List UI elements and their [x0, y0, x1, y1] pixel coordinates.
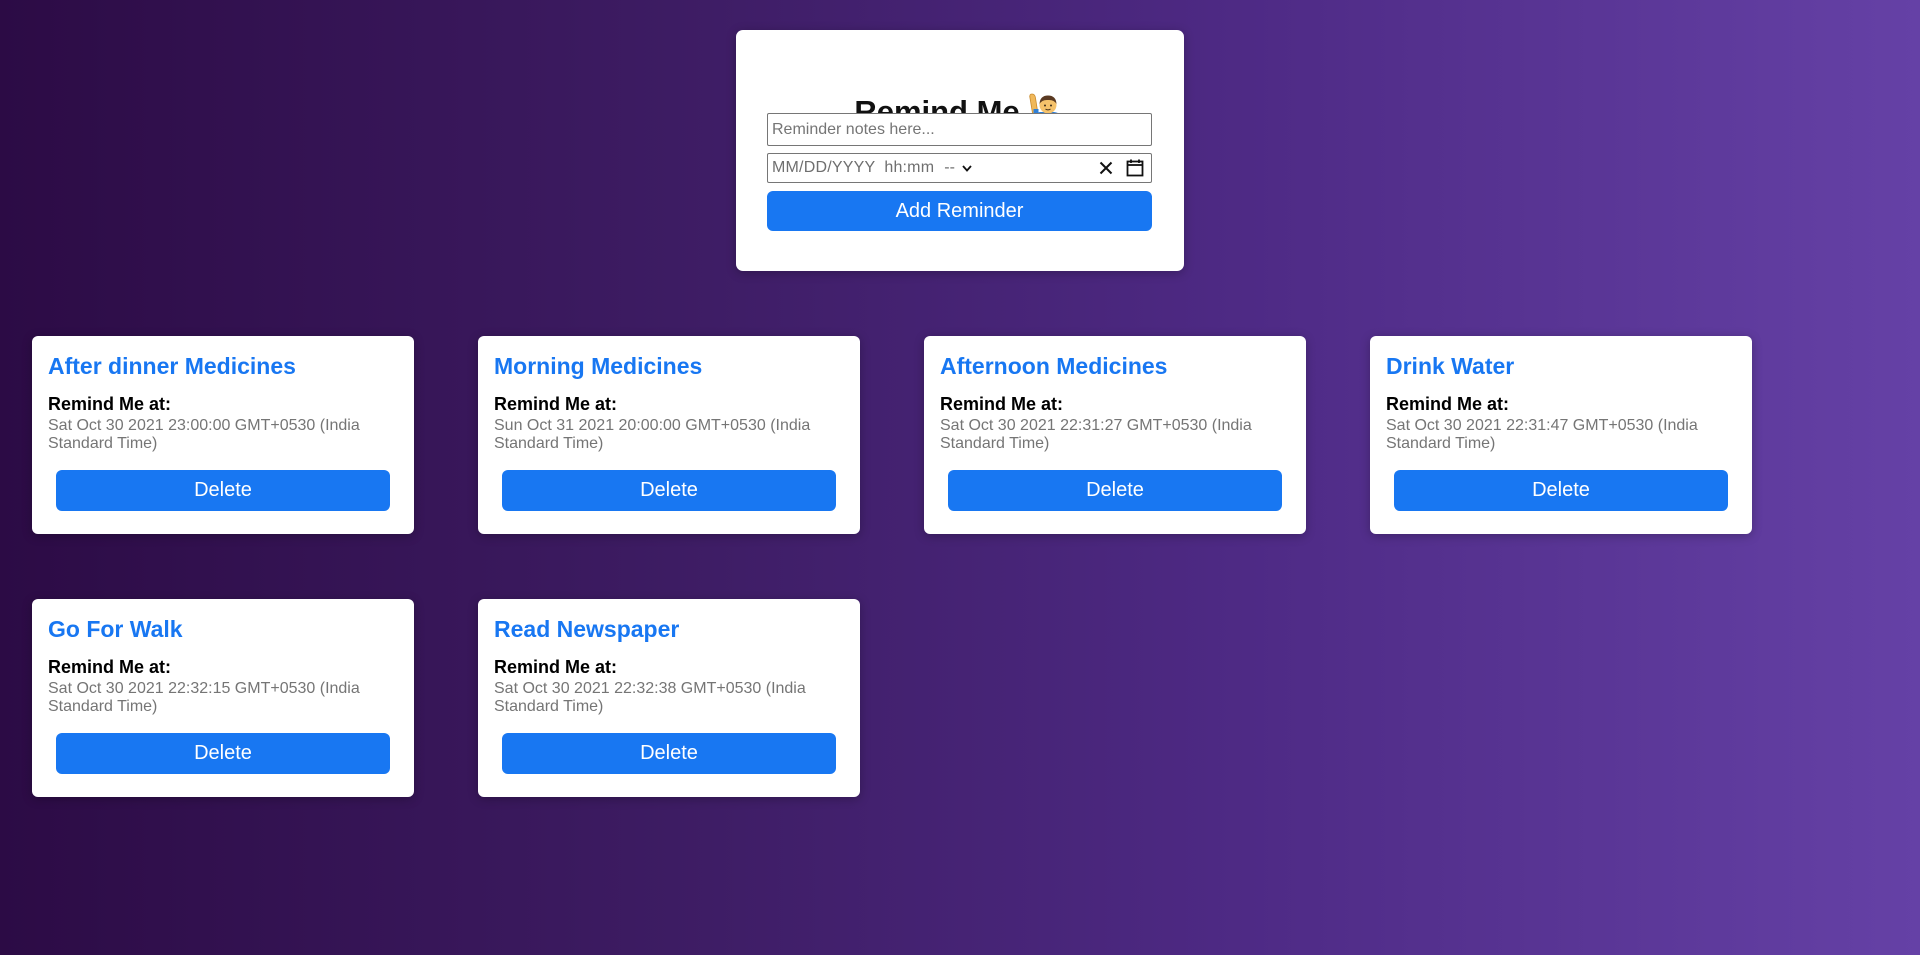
chevron-down-icon[interactable]: [961, 162, 973, 174]
reminder-time: Sat Oct 30 2021 22:32:38 GMT+0530 (India…: [494, 680, 806, 715]
reminder-card: Read Newspaper Remind Me at: Sat Oct 30 …: [478, 599, 860, 797]
clear-icon[interactable]: [1097, 159, 1115, 177]
remind-at-label: Remind Me at:: [48, 394, 172, 414]
delete-button[interactable]: Delete: [502, 733, 836, 774]
reminder-card: Morning Medicines Remind Me at: Sun Oct …: [478, 336, 860, 534]
delete-button[interactable]: Delete: [502, 470, 836, 511]
delete-button[interactable]: Delete: [948, 470, 1282, 511]
remind-at-label: Remind Me at:: [1386, 394, 1510, 414]
remind-at-label: Remind Me at:: [494, 394, 618, 414]
reminder-time: Sat Oct 30 2021 23:00:00 GMT+0530 (India…: [48, 417, 360, 452]
reminder-title: After dinner Medicines: [48, 353, 296, 379]
ampm-placeholder[interactable]: --: [944, 159, 955, 177]
datetime-placeholder: MM/DD/YYYY hh:mm: [772, 159, 935, 176]
reminder-title: Afternoon Medicines: [940, 353, 1168, 379]
remind-at-label: Remind Me at:: [494, 657, 618, 677]
reminder-notes-input[interactable]: [767, 113, 1152, 146]
reminder-card: Go For Walk Remind Me at: Sat Oct 30 202…: [32, 599, 414, 797]
delete-button[interactable]: Delete: [56, 470, 390, 511]
reminder-time: Sat Oct 30 2021 22:32:15 GMT+0530 (India…: [48, 680, 360, 715]
reminder-title: Read Newspaper: [494, 616, 680, 642]
reminder-form-card: Remind Me MM/DD/YYYY hh:mm -- Add Remind…: [736, 30, 1184, 271]
reminder-title: Go For Walk: [48, 616, 183, 642]
remind-at-label: Remind Me at:: [48, 657, 172, 677]
reminder-title: Drink Water: [1386, 353, 1515, 379]
reminder-time: Sat Oct 30 2021 22:31:27 GMT+0530 (India…: [940, 417, 1252, 452]
reminder-time: Sun Oct 31 2021 20:00:00 GMT+0530 (India…: [494, 417, 811, 452]
reminder-title: Morning Medicines: [494, 353, 703, 379]
reminder-card: Drink Water Remind Me at: Sat Oct 30 202…: [1370, 336, 1752, 534]
reminder-datetime-input[interactable]: MM/DD/YYYY hh:mm --: [767, 153, 1152, 183]
reminder-card: After dinner Medicines Remind Me at: Sat…: [32, 336, 414, 534]
remind-at-label: Remind Me at:: [940, 394, 1064, 414]
add-reminder-button[interactable]: Add Reminder: [767, 191, 1152, 231]
reminder-card: Afternoon Medicines Remind Me at: Sat Oc…: [924, 336, 1306, 534]
calendar-icon[interactable]: [1125, 158, 1145, 178]
delete-button[interactable]: Delete: [56, 733, 390, 774]
delete-button[interactable]: Delete: [1394, 470, 1728, 511]
reminder-time: Sat Oct 30 2021 22:31:47 GMT+0530 (India…: [1386, 417, 1698, 452]
